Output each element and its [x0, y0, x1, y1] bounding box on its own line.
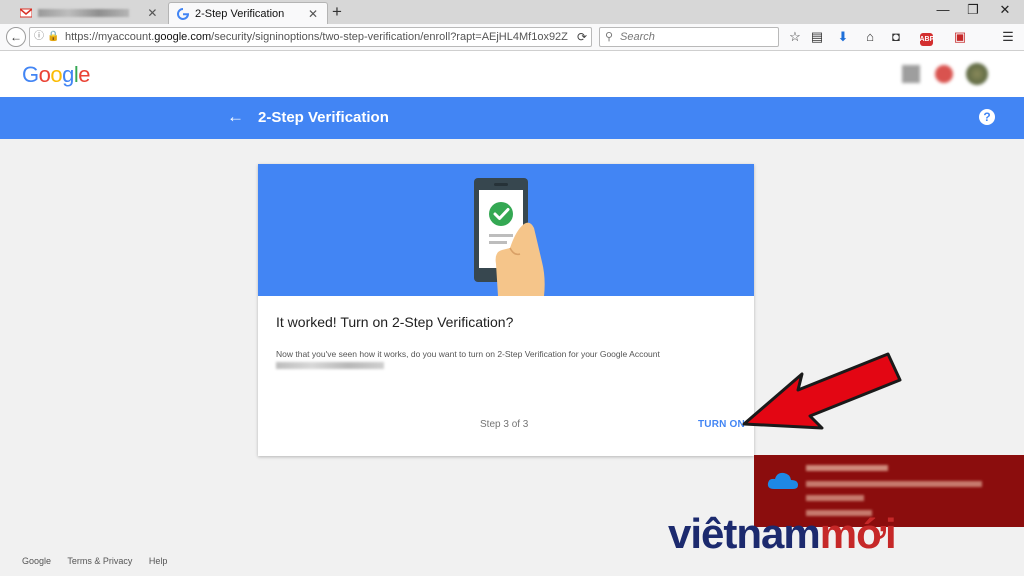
logo-letter: g — [62, 62, 74, 87]
close-icon[interactable]: ✕ — [145, 6, 160, 20]
notification-title-blurred — [806, 465, 888, 471]
adblock-icon[interactable]: ABP — [916, 28, 936, 46]
tab-strip: ✕ 2-Step Verification ✕ + — ❐ ✕ — [0, 0, 1024, 24]
window-close-icon[interactable]: ✕ — [990, 2, 1020, 18]
new-tab-button[interactable]: + — [332, 3, 342, 21]
bookmark-star-icon[interactable]: ☆ — [785, 28, 805, 46]
page-title-bar: ← 2-Step Verification ? — [0, 97, 1024, 139]
turn-on-button[interactable]: TURN ON — [698, 419, 745, 430]
footer-link-google[interactable]: Google — [22, 556, 51, 566]
tab-title-blurred — [38, 9, 129, 17]
page-footer: Google Terms & Privacy Help — [22, 556, 181, 566]
search-icon: ⚲ — [605, 31, 614, 43]
close-icon[interactable]: ✕ — [305, 7, 321, 21]
onedrive-cloud-icon — [767, 472, 798, 489]
notification-text-blurred — [806, 481, 982, 487]
logo-letter: e — [78, 62, 91, 87]
annotation-arrow-icon — [742, 352, 902, 430]
reload-icon[interactable]: ⟳ — [577, 28, 587, 46]
search-bar[interactable]: ⚲ Search — [599, 27, 779, 47]
notifications-icon[interactable] — [935, 65, 953, 83]
apps-icon[interactable] — [902, 65, 920, 83]
card-title: It worked! Turn on 2-Step Verification? — [276, 314, 514, 330]
minimize-icon[interactable]: — — [928, 2, 958, 17]
extension-icon[interactable]: ▣ — [950, 28, 970, 46]
tab-gmail[interactable]: ✕ — [6, 2, 166, 24]
url-text: https://myaccount.google.com/security/si… — [65, 31, 568, 43]
lock-icon: 🔒 — [47, 31, 60, 42]
logo-letter: o — [38, 62, 51, 87]
logo-letter: o — [50, 62, 63, 87]
info-icon[interactable]: ⓘ — [34, 28, 44, 46]
notification-text-blurred — [806, 495, 864, 501]
back-button[interactable]: ← — [6, 27, 26, 47]
pocket-icon[interactable]: ◘ — [886, 28, 906, 46]
google-g-icon — [177, 7, 189, 20]
gmail-icon — [20, 8, 32, 18]
footer-link-help[interactable]: Help — [149, 556, 168, 566]
avatar[interactable] — [966, 63, 988, 85]
google-header: Google — [0, 51, 1024, 97]
reading-list-icon[interactable]: ▤ — [807, 28, 827, 46]
tab-label: 2-Step Verification — [195, 7, 285, 20]
search-placeholder: Search — [620, 31, 655, 43]
help-icon[interactable]: ? — [979, 109, 995, 125]
tab-2-step-verification[interactable]: 2-Step Verification ✕ — [168, 2, 328, 24]
page-title: 2-Step Verification — [258, 109, 389, 126]
logo-letter: G — [22, 62, 39, 87]
back-arrow-icon[interactable]: ← — [227, 107, 244, 127]
url-bar[interactable]: ⓘ 🔒 https://myaccount.google.com/securit… — [29, 27, 592, 47]
step-indicator: Step 3 of 3 — [480, 419, 529, 430]
card-description: Now that you've seen how it works, do yo… — [276, 349, 660, 359]
footer-link-terms[interactable]: Terms & Privacy — [67, 556, 132, 566]
nav-bar: ← ⓘ 🔒 https://myaccount.google.com/secur… — [0, 24, 1024, 51]
phone-illustration — [258, 164, 754, 296]
phone-check-illustration — [474, 178, 545, 296]
menu-icon[interactable]: ☰ — [998, 28, 1018, 46]
downloads-icon[interactable]: ⬇ — [833, 28, 853, 46]
verification-card: It worked! Turn on 2-Step Verification? … — [258, 164, 754, 456]
watermark-logo: viêtnammới — [668, 510, 897, 557]
restore-icon[interactable]: ❐ — [958, 2, 988, 18]
home-icon[interactable]: ⌂ — [860, 28, 880, 46]
google-logo[interactable]: Google — [22, 62, 91, 88]
account-email-blurred — [276, 362, 384, 369]
